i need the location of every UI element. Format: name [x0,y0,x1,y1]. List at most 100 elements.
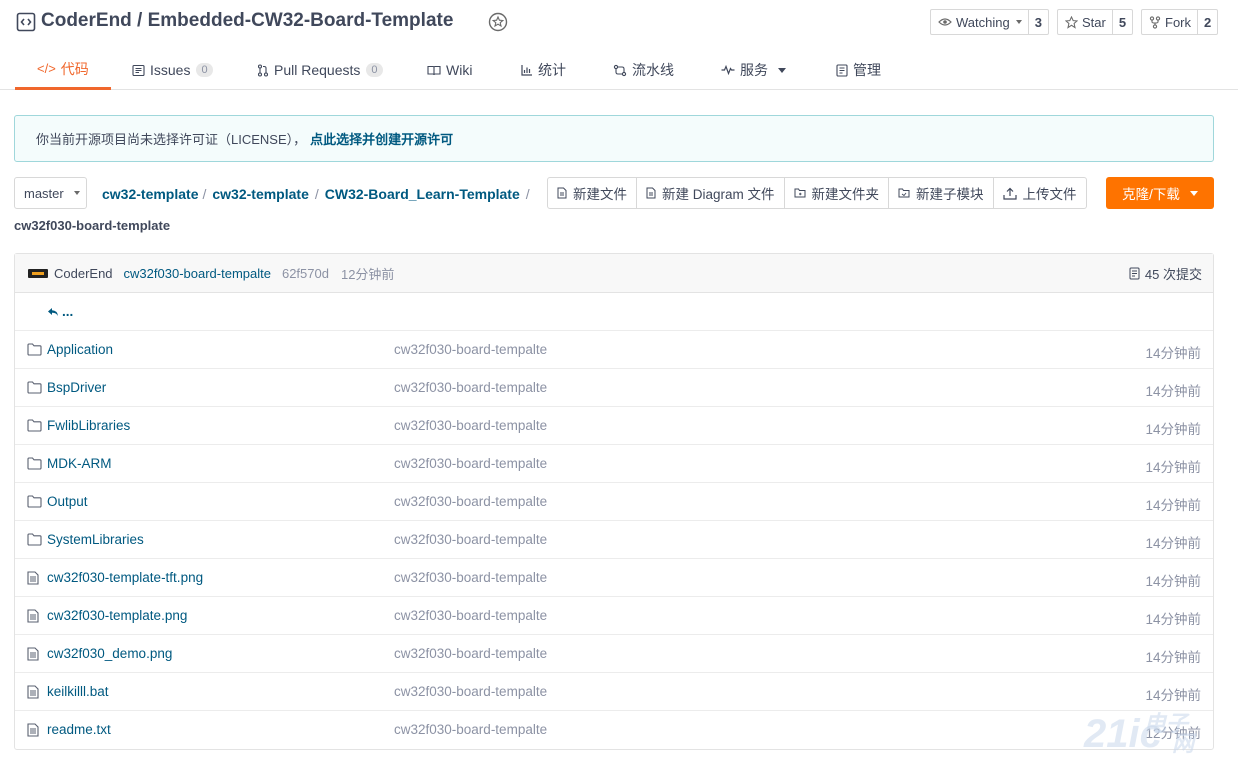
tab-wiki[interactable]: Wiki [427,50,472,90]
file-name[interactable]: BspDriver [47,380,106,395]
file-icon [27,647,39,661]
file-commit-message[interactable]: cw32f030-board-tempalte [394,684,547,699]
new-submodule-label: 新建子模块 [916,187,984,202]
file-commit-time: 14分钟前 [1145,574,1201,589]
breadcrumb: cw32-template / cw32-template / CW32-Board_L… [102,186,530,202]
submodule-icon [898,188,910,198]
chevron-down-icon [1189,190,1198,196]
folder-icon [27,343,42,356]
folder-row[interactable]: MDK-ARM cw32f030-board-tempalte 14分钟前 [15,445,1213,483]
file-commit-message[interactable]: cw32f030-board-tempalte [394,532,547,547]
folder-row[interactable]: BspDriver cw32f030-board-tempalte 14分钟前 [15,369,1213,407]
folder-row[interactable]: Application cw32f030-board-tempalte 14分钟前 [15,331,1213,369]
file-browser: CoderEnd cw32f030-board-tempalte 62f570d… [14,253,1214,750]
new-file-icon [557,187,567,199]
chevron-down-icon [73,191,80,195]
create-license-link[interactable]: 点此选择并创建开源许可 [310,129,453,148]
star-label: Star [1082,14,1106,30]
file-name[interactable]: FwlibLibraries [47,418,130,433]
back-arrow-icon [48,307,58,316]
file-name[interactable]: cw32f030-template-tft.png [47,570,203,585]
file-commit-message[interactable]: cw32f030-board-tempalte [394,380,547,395]
star-button[interactable]: Star 5 [1057,9,1134,35]
file-name[interactable]: MDK-ARM [47,456,112,471]
file-commit-message[interactable]: cw32f030-board-tempalte [394,722,547,737]
tab-pipeline-label: 流水线 [632,62,674,78]
star-count[interactable]: 5 [1113,10,1132,34]
commit-message[interactable]: cw32f030-board-tempalte [124,266,271,281]
fork-count[interactable]: 2 [1198,10,1217,34]
folder-row[interactable]: Output cw32f030-board-tempalte 14分钟前 [15,483,1213,521]
file-icon [27,609,39,623]
recommended-badge-icon[interactable] [487,11,509,33]
file-commit-time: 14分钟前 [1145,422,1201,437]
new-diagram-button[interactable]: 新建 Diagram 文件 [637,178,785,208]
new-folder-icon [794,188,806,198]
commit-sha[interactable]: 62f570d [282,266,329,281]
upload-file-button[interactable]: 上传文件 [994,178,1086,208]
breadcrumb-item[interactable]: cw32-template [212,186,308,202]
file-icon [27,723,39,737]
breadcrumb-item[interactable]: cw32-template [102,186,198,202]
file-actions: 新建文件 新建 Diagram 文件 新建文件夹 新建子模块 上传文件 [547,177,1087,209]
pipeline-icon [613,64,627,76]
watch-count[interactable]: 3 [1029,10,1048,34]
parent-directory-link: ... [47,304,73,319]
fork-button[interactable]: Fork 2 [1141,9,1219,35]
watermark-sub: 网 [1172,731,1195,756]
tab-code-label: 代码 [60,60,89,77]
file-commit-message[interactable]: cw32f030-board-tempalte [394,646,547,661]
folder-row[interactable]: FwlibLibraries cw32f030-board-tempalte 14分… [15,407,1213,445]
issues-count-badge: 0 [196,63,213,77]
file-name[interactable]: Output [47,494,88,509]
book-icon [427,65,441,75]
tab-pull-requests-label: Pull Requests [274,62,361,78]
file-row[interactable]: cw32f030-template.png cw32f030-board-temp… [15,597,1213,635]
tab-stats[interactable]: 统计 [521,50,566,90]
file-commit-message[interactable]: cw32f030-board-tempalte [394,418,547,433]
file-name[interactable]: cw32f030_demo.png [47,646,172,661]
repo-title[interactable]: CoderEnd / Embedded-CW32-Board-Template [41,10,453,32]
commit-time: 12分钟前 [340,266,395,282]
file-name[interactable]: cw32f030-template.png [47,608,187,623]
file-name[interactable]: SystemLibraries [47,532,144,547]
file-commit-message[interactable]: cw32f030-board-tempalte [394,608,547,623]
commit-author[interactable]: CoderEnd [54,266,113,281]
tab-pull-requests[interactable]: Pull Requests 0 [257,50,383,90]
tab-code[interactable]: </> 代码 [15,50,111,90]
new-submodule-button[interactable]: 新建子模块 [889,178,994,208]
tab-stats-label: 统计 [538,62,566,78]
commit-count-link[interactable]: 45 次提交 [1129,254,1202,293]
clone-download-button[interactable]: 克隆/下载 [1106,177,1214,209]
file-row[interactable]: readme.txt cw32f030-board-tempalte 12分钟前 [15,711,1213,749]
code-icon: </> [37,61,56,76]
tab-issues[interactable]: Issues 0 [132,50,213,90]
file-name[interactable]: Application [47,342,113,357]
branch-selector[interactable]: master [14,177,87,209]
file-name[interactable]: readme.txt [47,722,111,737]
tab-pipeline[interactable]: 流水线 [613,50,674,90]
file-name[interactable]: keilkilll.bat [47,684,109,699]
avatar[interactable] [28,268,48,278]
file-commit-message[interactable]: cw32f030-board-tempalte [394,494,547,509]
folder-row[interactable]: SystemLibraries cw32f030-board-tempalte 14… [15,521,1213,559]
file-row[interactable]: keilkilll.bat cw32f030-board-tempalte 14分钟… [15,673,1213,711]
file-commit-message[interactable]: cw32f030-board-tempalte [394,456,547,471]
tab-settings[interactable]: 管理 [836,50,881,90]
file-row[interactable]: cw32f030_demo.png cw32f030-board-tempalte… [15,635,1213,673]
breadcrumb-item[interactable]: CW32-Board_Learn-Template [325,186,520,202]
tab-services[interactable]: 服务 [721,50,786,90]
new-file-button[interactable]: 新建文件 [548,178,637,208]
pull-requests-count-badge: 0 [366,63,383,77]
file-commit-time: 14分钟前 [1145,612,1201,627]
parent-directory-row[interactable]: ... [15,293,1213,331]
file-commit-message[interactable]: cw32f030-board-tempalte [394,342,547,357]
folder-icon [27,419,42,432]
bar-chart-icon [521,65,532,76]
file-commit-message[interactable]: cw32f030-board-tempalte [394,570,547,585]
new-folder-button[interactable]: 新建文件夹 [785,178,890,208]
file-row[interactable]: cw32f030-template-tft.png cw32f030-board-… [15,559,1213,597]
file-list: Application cw32f030-board-tempalte 14分钟前 B… [15,331,1213,749]
file-icon [27,685,39,699]
watch-button[interactable]: Watching 3 [930,9,1049,35]
